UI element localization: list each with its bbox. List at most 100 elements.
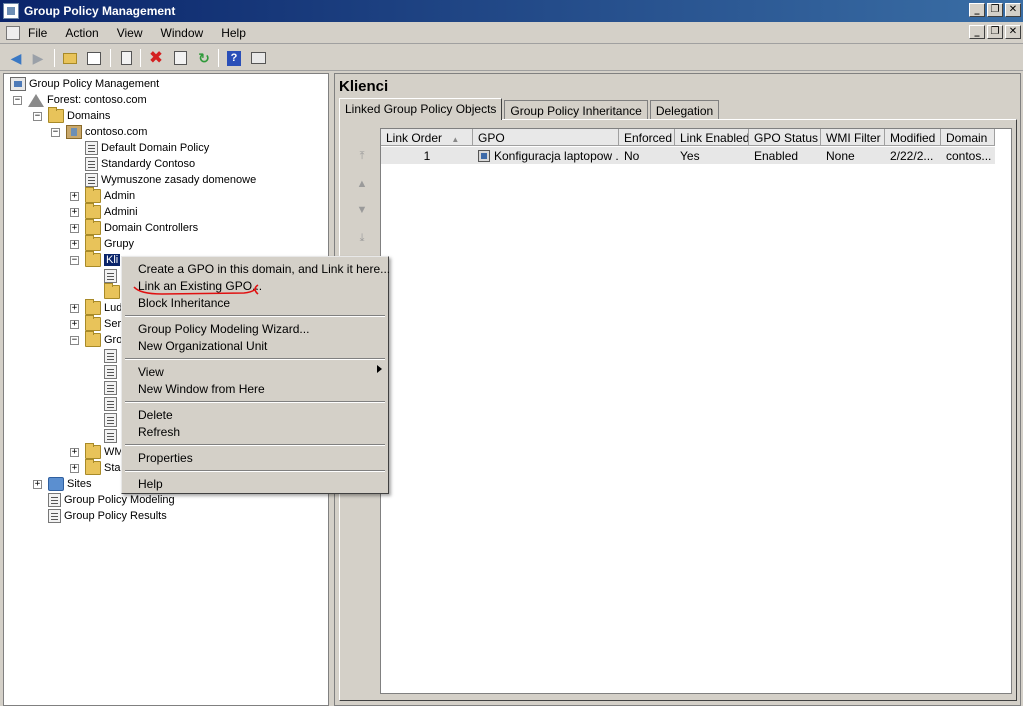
expand-toggle[interactable]: + [70,320,79,329]
collapse-toggle[interactable]: − [70,256,79,265]
mdi-close-button[interactable]: ✕ [1005,25,1021,39]
column-gpo[interactable]: GPO [473,129,619,146]
tree-item-ou-klienci[interactable]: Kli [85,251,121,268]
move-to-top-icon[interactable]: ⤒ [354,150,370,162]
move-up-icon[interactable]: ▲ [354,178,370,190]
menu-item-new-window[interactable]: New Window from Here [138,382,265,398]
table-row[interactable]: 1 Konfiguracja laptopow ... No Yes Enabl… [381,147,995,164]
properties-icon[interactable] [116,48,136,68]
expand-toggle[interactable]: + [70,208,79,217]
column-domain[interactable]: Domain [941,129,995,146]
menu-item-refresh[interactable]: Refresh [138,425,180,441]
tree-item-gpo-link[interactable] [104,268,120,284]
details-pane: Klienci Linked Group Policy Objects Grou… [334,73,1021,706]
tree-item-gpo[interactable] [104,396,120,412]
tree-item-ou-domain-controllers[interactable]: Domain Controllers [85,219,198,236]
move-to-bottom-icon[interactable]: ⤓ [354,232,370,244]
collapse-domains-toggle[interactable]: − [33,112,42,121]
menu-separator [125,358,385,360]
tab-linked-gpos[interactable]: Linked Group Policy Objects [339,98,503,120]
tree-item-gpo[interactable] [104,428,120,444]
tree-item-sites[interactable]: Sites [48,476,91,492]
menu-item-help[interactable]: Help [138,477,163,493]
menu-item-create-gpo[interactable]: Create a GPO in this domain, and Link it… [138,262,390,278]
tree-item-ou-grupy[interactable]: Grupy [85,235,134,252]
menu-item-modeling-wizard[interactable]: Group Policy Modeling Wizard... [138,322,309,338]
refresh-icon[interactable]: ↻ [194,48,214,68]
column-gpo-status[interactable]: GPO Status [749,129,821,146]
tree-item-forest[interactable]: Forest: contoso.com [28,92,147,108]
menu-item-view[interactable]: View [138,365,164,381]
tab-delegation[interactable]: Delegation [649,100,720,120]
tree-item-starter-gpos[interactable]: Sta [85,459,121,476]
column-modified[interactable]: Modified [885,129,941,146]
tree-item-ou-partial[interactable]: Ser [85,315,121,332]
collapse-forest-toggle[interactable]: − [13,96,22,105]
context-menu: Create a GPO in this domain, and Link it… [121,256,390,494]
back-arrow-icon[interactable]: ◀ [6,48,26,68]
column-link-enabled[interactable]: Link Enabled [675,129,749,146]
restore-button[interactable]: ❐ [987,3,1003,17]
mdi-minimize-button[interactable]: _ [969,25,985,39]
menu-item-block-inheritance[interactable]: Block Inheritance [138,296,230,312]
menu-item-new-ou[interactable]: New Organizational Unit [138,339,267,355]
tree-item-gpo-link[interactable]: Wymuszone zasady domenowe [85,172,256,188]
ou-folder-icon [85,251,101,267]
expand-toggle[interactable]: + [70,304,79,313]
tree-item-domain[interactable]: contoso.com [66,124,147,140]
expand-toggle[interactable]: + [70,240,79,249]
minimize-button[interactable]: _ [969,3,985,17]
tree-item-gpo[interactable] [104,348,120,364]
menu-help[interactable]: Help [221,26,246,40]
ou-folder-icon [85,203,101,219]
ou-folder-icon [85,299,101,315]
help-icon[interactable]: ? [224,48,244,68]
menu-file[interactable]: File [28,26,47,40]
move-down-icon[interactable]: ▼ [354,204,370,216]
tree-item-gp-modeling[interactable]: Group Policy Modeling [48,492,175,508]
menu-item-delete[interactable]: Delete [138,408,173,424]
mdi-restore-button[interactable]: ❐ [987,25,1003,39]
tree-item-gpo-objects[interactable]: Gro [85,331,122,348]
tree-item-gp-results[interactable]: Group Policy Results [48,508,167,524]
folder-icon [85,459,101,475]
menu-action[interactable]: Action [65,26,98,40]
expand-toggle[interactable]: + [70,192,79,201]
menu-item-properties[interactable]: Properties [138,451,193,467]
up-folder-icon[interactable] [60,48,80,68]
gpo-icon [104,413,117,427]
tree-item-gpo[interactable] [104,364,120,380]
tree-item-domains[interactable]: Domains [48,107,110,124]
collapse-domain-toggle[interactable]: − [51,128,60,137]
expand-toggle[interactable]: + [70,448,79,457]
export-list-icon[interactable] [170,48,190,68]
tree-item-wmi-filters[interactable]: WM [85,443,124,460]
tab-strip: Linked Group Policy Objects Group Policy… [339,98,721,120]
menu-view[interactable]: View [117,26,143,40]
column-link-order[interactable]: Link Order ▲ [381,129,473,146]
menu-window[interactable]: Window [161,26,204,40]
show-hide-tree-icon[interactable] [84,48,104,68]
expand-toggle[interactable]: + [70,464,79,473]
close-button[interactable]: ✕ [1005,3,1021,17]
linked-gpo-list[interactable]: Link Order ▲ GPO Enforced Link Enabled G… [380,128,1012,694]
forward-arrow-icon[interactable]: ▶ [28,48,48,68]
column-wmi-filter[interactable]: WMI Filter [821,129,885,146]
collapse-toggle[interactable]: − [70,336,79,345]
expand-toggle[interactable]: + [70,224,79,233]
gpo-link-icon [85,173,98,187]
tree-item-gpo[interactable] [104,412,120,428]
tree-item-gpo-link[interactable]: Standardy Contoso [85,156,195,172]
tree-item-gpo[interactable] [104,380,120,396]
tab-gp-inheritance[interactable]: Group Policy Inheritance [504,100,648,120]
tree-item-gpo-link[interactable]: Default Domain Policy [85,140,209,156]
delete-icon[interactable]: ✖ [146,48,166,68]
tree-item-ou-admin[interactable]: Admin [85,187,135,204]
column-enforced[interactable]: Enforced [619,129,675,146]
tree-item-ou-partial[interactable]: Lud [85,299,122,316]
console-icon[interactable] [248,48,268,68]
tree-item-root[interactable]: Group Policy Management [10,76,159,92]
expand-sites-toggle[interactable]: + [33,480,42,489]
document-icon[interactable] [6,26,20,40]
tree-item-ou-admini[interactable]: Admini [85,203,138,220]
